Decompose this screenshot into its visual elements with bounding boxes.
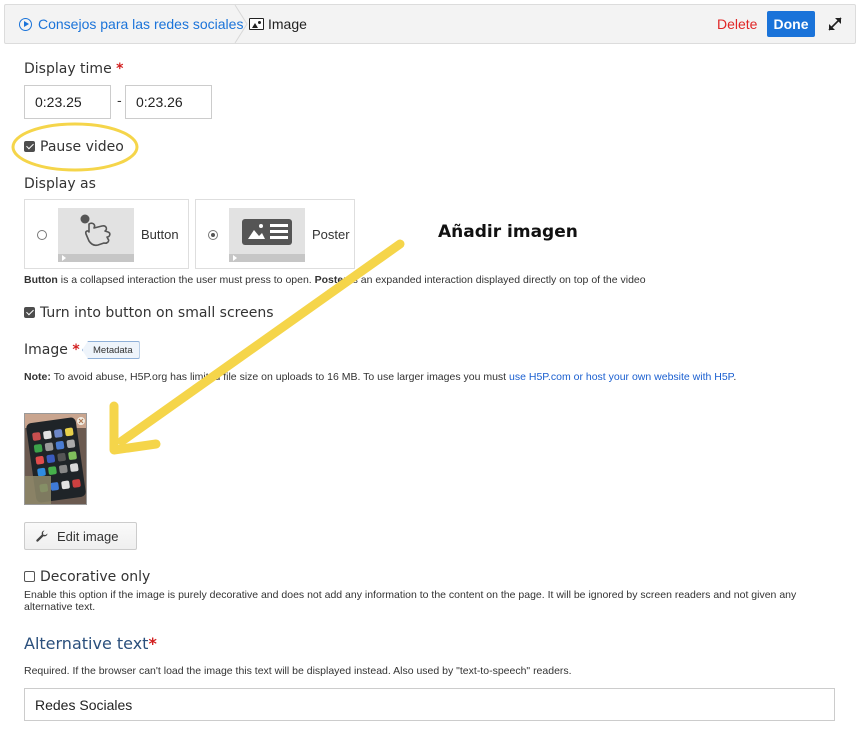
done-button[interactable]: Done <box>767 11 815 37</box>
start-time-value: 0:23.25 <box>35 94 82 110</box>
image-icon <box>249 18 264 30</box>
alternative-text-label-text: Alternative text <box>24 634 149 653</box>
image-label-text: Image <box>24 342 68 358</box>
breadcrumb-parent-label[interactable]: Consejos para las redes sociales <box>38 16 243 32</box>
decorative-only-description: Enable this option if the image is purel… <box>24 589 797 613</box>
required-mark: * <box>72 342 80 358</box>
button-radio[interactable] <box>37 230 47 240</box>
image-thumbnail[interactable] <box>24 413 87 505</box>
display-time-label: Display time * <box>24 61 123 77</box>
editor-toolbar: Consejos para las redes sociales Image D… <box>4 4 856 44</box>
time-separator: - <box>117 94 122 109</box>
alternative-text-label: Alternative text* <box>24 634 157 653</box>
pause-video-label: Pause video <box>40 139 124 155</box>
breadcrumb-current: Image <box>249 5 307 43</box>
annotation-arrow <box>109 239 405 455</box>
h5p-link[interactable]: use H5P.com or host your own website wit… <box>509 371 733 383</box>
edit-image-label: Edit image <box>57 528 119 544</box>
expand-icon[interactable] <box>825 14 845 34</box>
alternative-text-value: Redes Sociales <box>35 696 133 713</box>
breadcrumb-parent[interactable]: Consejos para las redes sociales <box>19 5 243 43</box>
breadcrumb-current-label: Image <box>268 16 307 32</box>
end-time-value: 0:23.26 <box>136 94 183 110</box>
annotation-text: Añadir imagen <box>438 222 578 242</box>
play-circle-icon <box>19 17 32 31</box>
decorative-only-check-icon[interactable] <box>24 571 35 582</box>
note-prefix: Note: <box>24 371 51 383</box>
decorative-only-label: Decorative only <box>40 569 151 585</box>
required-mark: * <box>116 61 124 77</box>
display-as-label: Display as <box>24 176 96 192</box>
alternative-text-description: Required. If the browser can't load the … <box>24 665 572 677</box>
start-time-input[interactable]: 0:23.25 <box>24 85 111 119</box>
end-time-input[interactable]: 0:23.26 <box>125 85 212 119</box>
phone-photo <box>25 414 86 504</box>
display-time-label-text: Display time <box>24 61 112 77</box>
pause-video-check-icon[interactable] <box>24 141 35 152</box>
alternative-text-input[interactable]: Redes Sociales <box>24 688 835 721</box>
wrench-icon <box>36 530 48 542</box>
turn-into-button-check-icon[interactable] <box>24 307 35 318</box>
pause-video-checkbox[interactable]: Pause video <box>24 139 124 155</box>
help-button-term: Button <box>24 274 58 286</box>
edit-image-button[interactable]: Edit image <box>24 522 137 550</box>
decorative-only-checkbox[interactable]: Decorative only <box>24 569 150 585</box>
image-label: Image * <box>24 342 80 358</box>
delete-button[interactable]: Delete <box>717 5 757 43</box>
note-suffix: . <box>733 371 737 383</box>
required-mark: * <box>148 634 157 653</box>
